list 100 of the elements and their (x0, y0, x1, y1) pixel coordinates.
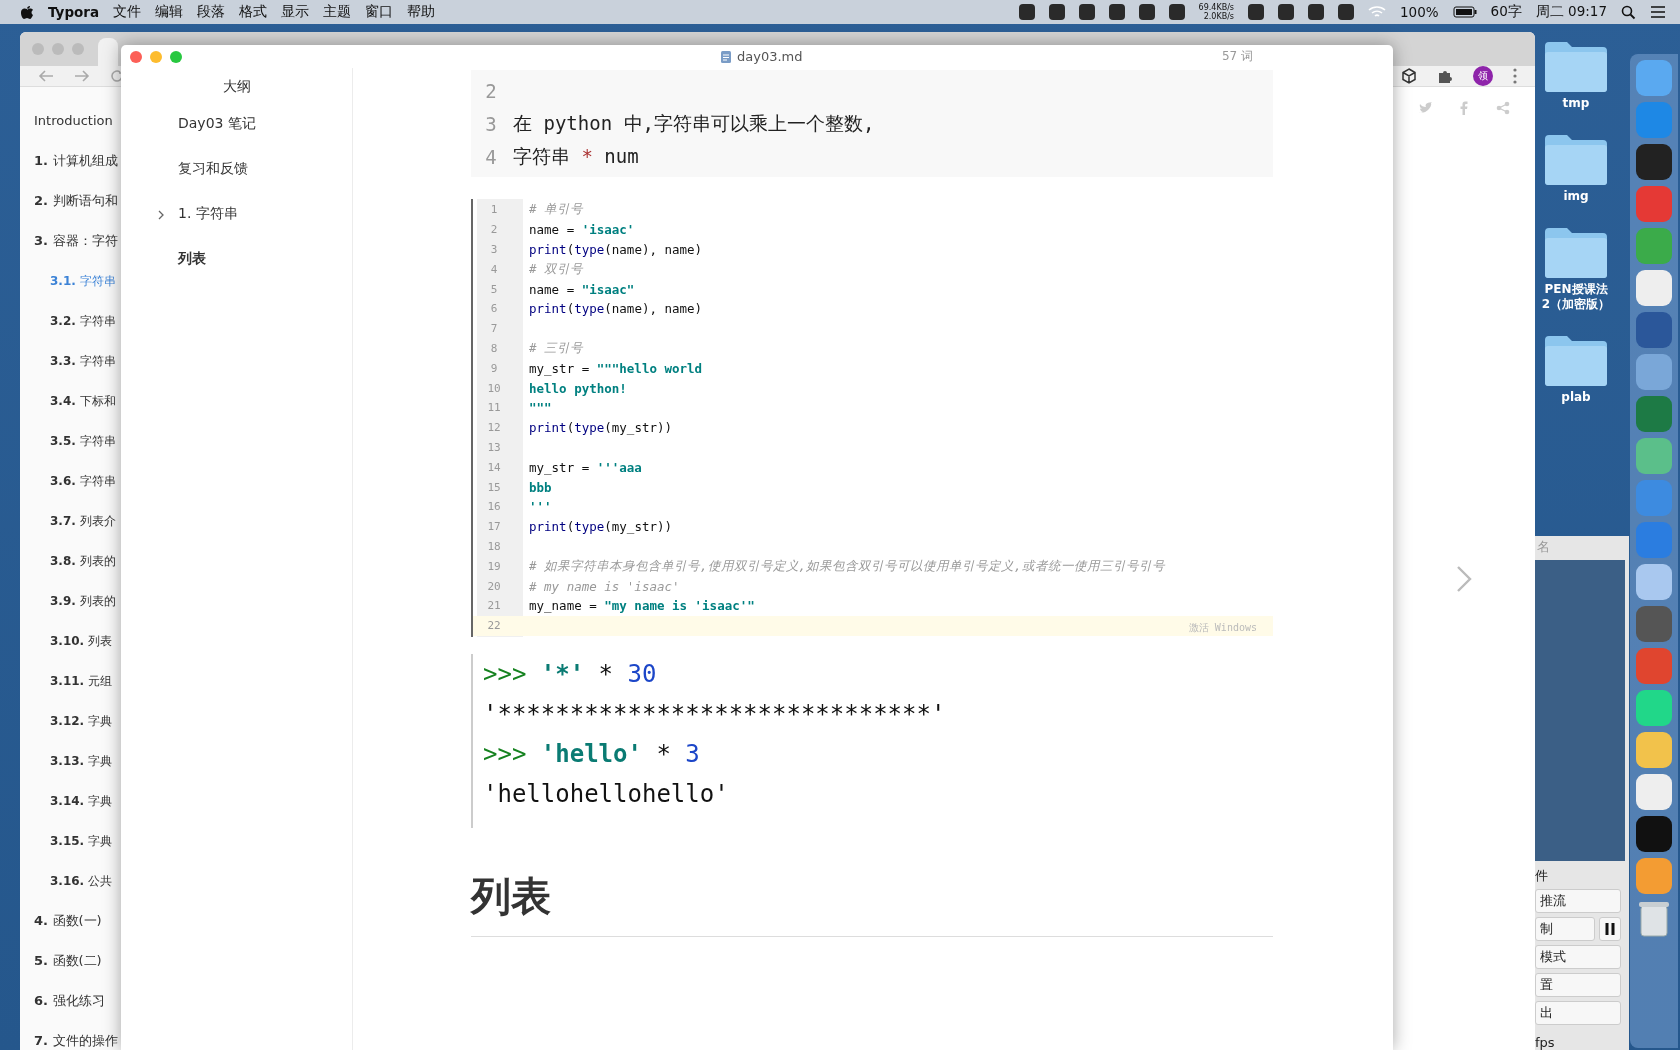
toc-item[interactable]: 3.2. 字符串 (50, 311, 116, 331)
toc-item[interactable]: 2. 判断语句和 (34, 191, 118, 211)
clock-text[interactable]: 周二 09:17 (1535, 3, 1607, 21)
folder-label[interactable]: img (1563, 189, 1589, 204)
toc-item[interactable]: 3.5. 字符串 (50, 431, 116, 451)
toc-item[interactable]: 3.12. 字典 (50, 711, 113, 731)
more-options-icon[interactable] (1513, 68, 1517, 84)
toc-item[interactable]: 3.3. 字符串 (50, 351, 116, 371)
menu-item[interactable]: 帮助 (407, 3, 436, 21)
document-icon (721, 50, 731, 63)
pause-button[interactable] (1599, 917, 1621, 941)
toc-item[interactable]: 6. 强化练习 (34, 991, 105, 1011)
menu-item[interactable]: 编辑 (155, 3, 184, 21)
share-icon[interactable] (1496, 101, 1510, 115)
tray-icon[interactable] (1338, 4, 1354, 20)
control-button[interactable]: 置 (1535, 973, 1621, 997)
toc-item[interactable]: 3.1. 字符串 (50, 271, 116, 291)
tray-icon[interactable] (1278, 4, 1294, 20)
tray-icon[interactable] (1308, 4, 1324, 20)
trash-icon[interactable] (1637, 900, 1671, 938)
app-icon[interactable] (1636, 816, 1672, 852)
chevron-right-icon[interactable] (158, 210, 164, 220)
tray-icon[interactable] (1108, 4, 1125, 20)
profile-avatar[interactable]: 领 (1473, 66, 1493, 86)
toc-item[interactable]: 7. 文件的操作 (34, 1031, 118, 1050)
tray-icon[interactable] (1048, 4, 1065, 20)
folder-icon[interactable] (1543, 40, 1609, 92)
apple-logo-icon[interactable] (20, 4, 34, 20)
outline-item[interactable]: 复习和反馈 (178, 160, 248, 178)
outline-item[interactable]: 列表 (178, 250, 206, 268)
app-icon[interactable] (1636, 564, 1672, 600)
toc-item[interactable]: 4. 函数(一) (34, 911, 102, 931)
toc-item[interactable]: 3.11. 元组 (50, 671, 113, 691)
toc-item[interactable]: 3.7. 列表介 (50, 511, 116, 531)
toc-item[interactable]: 3. 容器：字符 (34, 231, 118, 251)
tray-icon[interactable] (1018, 4, 1035, 20)
toc-item[interactable]: 3.6. 字符串 (50, 471, 116, 491)
cube-icon[interactable] (1401, 68, 1417, 84)
menu-item[interactable]: 主题 (323, 3, 352, 21)
line-number: 17 (486, 520, 502, 534)
folder-icon[interactable] (1543, 133, 1609, 185)
puzzle-icon[interactable] (1437, 68, 1453, 84)
app-icon[interactable] (1636, 732, 1672, 768)
tray-icon[interactable] (1248, 4, 1264, 20)
folder-label[interactable]: PEN授课法 2（加密版） (1541, 282, 1611, 312)
next-page-chevron-icon[interactable] (1456, 565, 1472, 593)
app-icon[interactable] (1636, 270, 1672, 306)
toc-item[interactable]: 3.13. 字典 (50, 751, 113, 771)
code-line: """ (529, 400, 552, 416)
tray-icon[interactable] (1138, 4, 1155, 20)
line-number: 5 (489, 282, 499, 296)
toc-item[interactable]: 3.15. 字典 (50, 831, 113, 851)
folder-label[interactable]: tmp (1562, 96, 1590, 111)
toc-item[interactable]: 5. 函数(二) (34, 951, 102, 971)
facebook-f-icon[interactable] (1460, 101, 1468, 115)
toc-item[interactable]: 1. 计算机组成 (34, 151, 118, 171)
folder-icon[interactable] (1543, 226, 1609, 278)
outline-item[interactable]: 1. 字符串 (178, 205, 238, 223)
wifi-icon[interactable] (1368, 5, 1386, 19)
control-button[interactable]: 制 (1535, 917, 1595, 941)
battery-icon[interactable] (1452, 6, 1477, 18)
outline-item[interactable]: Day03 笔记 (178, 115, 256, 133)
minimize-button[interactable] (150, 50, 162, 63)
code-line: hello python! (529, 380, 627, 396)
search-icon[interactable] (1621, 4, 1636, 20)
app-name-menu[interactable]: Typora (48, 4, 100, 20)
menu-item[interactable]: 窗口 (365, 3, 394, 21)
pause-icon (1605, 923, 1615, 935)
reload-icon[interactable] (110, 69, 124, 83)
line-number: 10 (486, 381, 502, 395)
folder-label[interactable]: plab (1561, 390, 1591, 405)
toc-item[interactable]: 3.4. 下标和 (50, 391, 116, 411)
forward-arrow-icon[interactable] (74, 69, 90, 83)
app-icon[interactable] (1636, 690, 1672, 726)
close-button[interactable] (130, 50, 142, 63)
toc-item[interactable]: Introduction (34, 111, 113, 131)
zoom-button[interactable] (170, 50, 182, 63)
toc-item[interactable]: 3.10. 列表 (50, 631, 113, 651)
app-icon[interactable] (1636, 774, 1672, 810)
menu-item[interactable]: 显示 (281, 3, 310, 21)
control-button[interactable]: 模式 (1535, 945, 1621, 969)
bird-icon[interactable] (1418, 102, 1432, 114)
line-number: 4 (484, 145, 498, 168)
tray-icon[interactable] (1168, 4, 1185, 20)
toc-item[interactable]: 3.9. 列表的 (50, 591, 116, 611)
menu-icon[interactable] (1650, 5, 1666, 19)
toc-item[interactable]: 3.14. 字典 (50, 791, 113, 811)
code-line: my_str = """hello world (529, 360, 703, 376)
toc-item[interactable]: 3.8. 列表的 (50, 551, 116, 571)
menu-item[interactable]: 格式 (239, 3, 268, 21)
toc-item[interactable]: 3.16. 公共 (50, 871, 113, 891)
tray-icon[interactable] (1078, 4, 1095, 20)
control-button[interactable]: 出 (1535, 1001, 1621, 1025)
line-number: 13 (486, 440, 502, 454)
menu-item[interactable]: 文件 (113, 3, 142, 21)
folder-icon[interactable] (1543, 334, 1609, 386)
menu-item[interactable]: 段落 (197, 3, 226, 21)
control-button[interactable]: 推流 (1535, 889, 1621, 913)
app-icon[interactable] (1636, 144, 1672, 180)
back-arrow-icon[interactable] (38, 69, 54, 83)
